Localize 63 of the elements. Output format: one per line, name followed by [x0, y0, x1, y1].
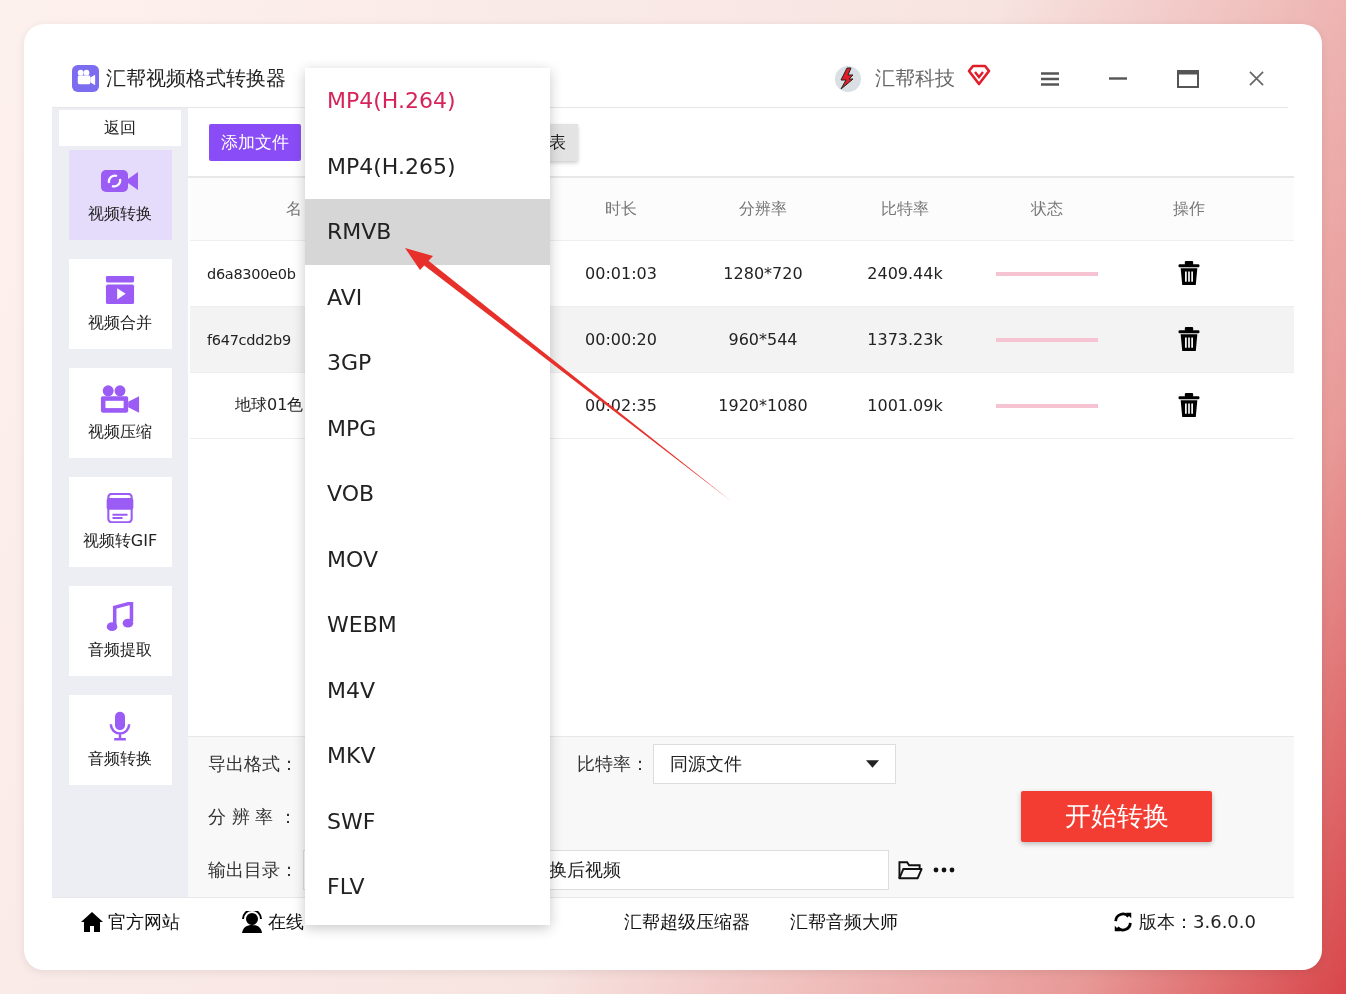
back-button[interactable]: 返回	[59, 110, 181, 146]
format-option[interactable]: AVI	[305, 264, 550, 330]
sidebar-item[interactable]: 视频合并	[68, 259, 172, 349]
format-option[interactable]: WEBM	[305, 592, 550, 658]
format-option[interactable]: MPG	[305, 395, 550, 461]
table-cell-text: d6a8300e0b	[206, 265, 297, 282]
table-cell-text: 2409.44k	[866, 264, 944, 283]
footer-link[interactable]: 汇帮超级压缩器	[624, 909, 750, 934]
folder-icon[interactable]	[898, 860, 923, 881]
column-header: 状态	[1030, 198, 1064, 220]
bitrate-label: 比特率：	[577, 751, 650, 776]
table-cell-text: 地球01色	[234, 395, 305, 416]
footer-link[interactable]: 在线	[240, 909, 304, 934]
table-cell-text: 00:00:20	[584, 330, 658, 349]
sidebar-item[interactable]: 音频转换	[68, 695, 172, 785]
format-option[interactable]: MKV	[305, 723, 550, 789]
brand-name: 汇帮科技	[875, 65, 955, 92]
format-option[interactable]: VOB	[305, 461, 550, 527]
close-icon[interactable]	[1249, 71, 1264, 86]
start-convert-button[interactable]: 开始转换	[1021, 791, 1212, 843]
video-camera-icon	[100, 383, 140, 414]
brand-logo-icon	[833, 63, 863, 94]
column-header: 操作	[1172, 198, 1206, 220]
caret-icon	[866, 759, 879, 768]
table-cell-text: f647cdd2b9	[206, 331, 292, 348]
column-header: 名	[285, 198, 303, 220]
window-title: 汇帮视频格式转换器	[106, 65, 286, 92]
format-option[interactable]: MOV	[305, 526, 550, 592]
headset-person-icon	[240, 910, 264, 933]
version-text: 版本：3.6.0.0	[1139, 909, 1256, 934]
add-file-button[interactable]: 添加文件	[209, 123, 301, 161]
footer-link[interactable]: 官方网站	[80, 909, 180, 934]
maximize-icon[interactable]	[1177, 69, 1199, 88]
sidebar-item[interactable]: 视频压缩	[68, 368, 172, 458]
delete-icon[interactable]	[1178, 327, 1200, 352]
output-folder-label: 输出目录：	[208, 858, 299, 883]
column-header: 时长	[604, 198, 638, 220]
resolution-label: 分 辨 率 ：	[208, 805, 299, 829]
more-icon[interactable]	[933, 867, 955, 874]
refresh-icon[interactable]	[1111, 910, 1135, 933]
home-icon	[80, 910, 104, 933]
table-cell-text: 1001.09k	[866, 396, 944, 415]
format-option[interactable]: 3GP	[305, 330, 550, 396]
sidebar-item[interactable]: 音频提取	[68, 586, 172, 676]
sidebar-item[interactable]: 视频转GIF	[68, 477, 172, 567]
bitrate-dropdown[interactable]: 同源文件	[653, 743, 896, 784]
column-header: 分辨率	[738, 198, 788, 220]
delete-icon[interactable]	[1178, 393, 1200, 418]
delete-icon[interactable]	[1178, 261, 1200, 286]
footer-link[interactable]: 汇帮音频大师	[790, 909, 898, 934]
sidebar-item[interactable]: 视频转换	[68, 150, 172, 240]
format-option[interactable]: M4V	[305, 657, 550, 723]
app-logo-icon	[72, 65, 99, 92]
column-header: 比特率	[880, 198, 930, 220]
menu-icon[interactable]	[1041, 71, 1059, 86]
table-cell-text: 1280*720	[722, 264, 804, 283]
table-cell-text: 960*544	[727, 330, 799, 349]
table-cell-text: 1920*1080	[717, 396, 809, 415]
table-cell-text: 00:01:03	[584, 264, 658, 283]
vip-diamond-icon[interactable]	[967, 63, 991, 86]
export-format-label: 导出格式：	[208, 751, 299, 776]
table-cell-text: 1373.23k	[866, 330, 944, 349]
format-option[interactable]: RMVB	[305, 199, 550, 265]
